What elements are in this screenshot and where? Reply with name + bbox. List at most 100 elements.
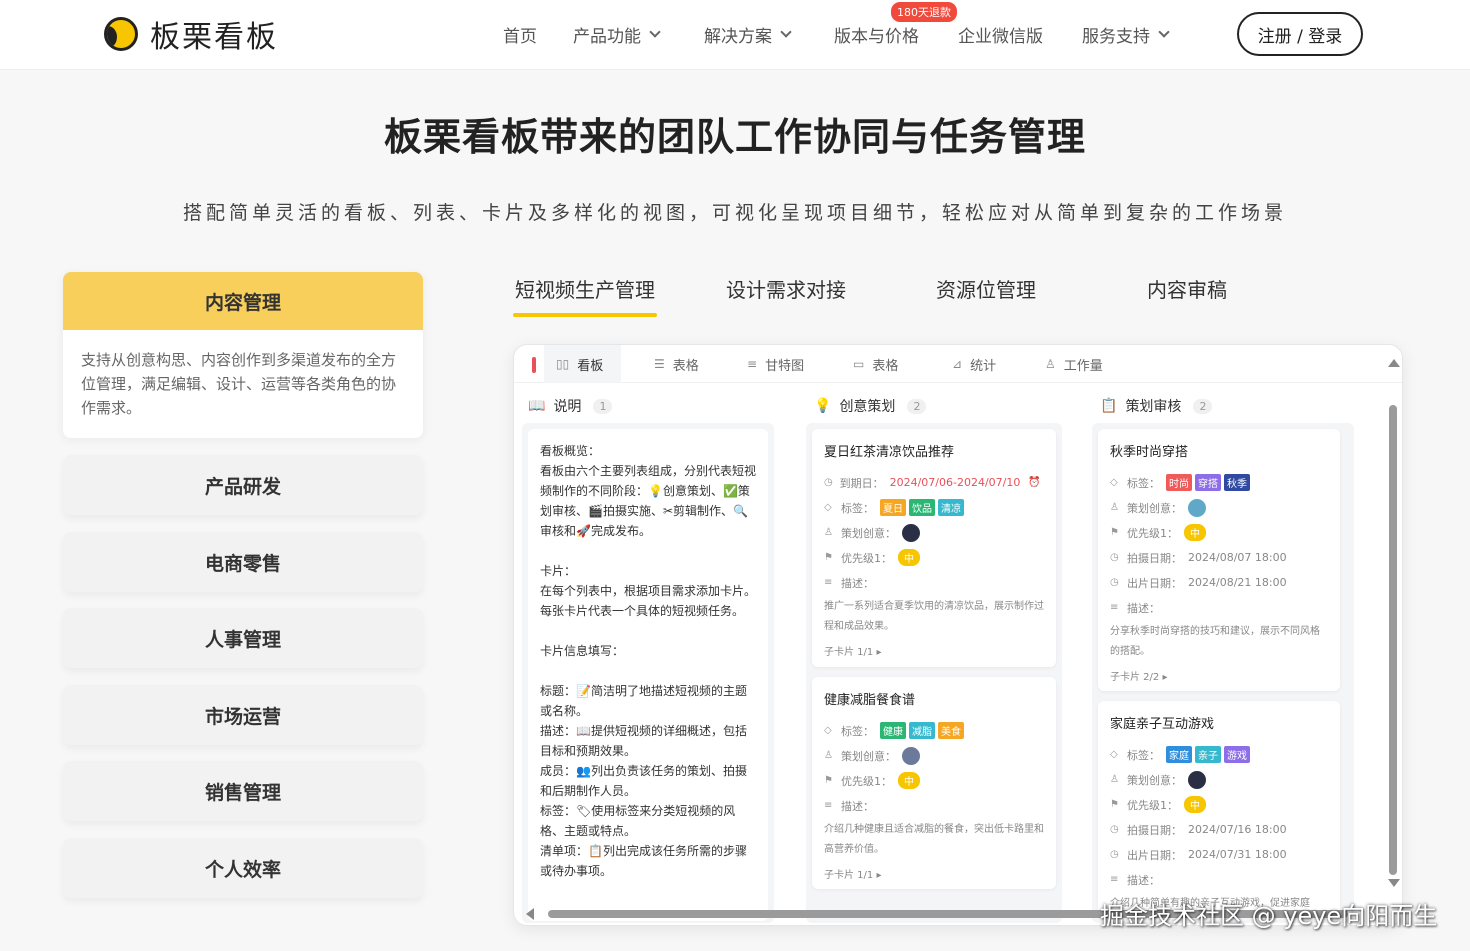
subcard-count[interactable]: 子卡片 1/1 ▸ xyxy=(824,643,1044,658)
owner-row: ♙ 策划创意： xyxy=(1110,767,1328,792)
nav-product-features[interactable]: 产品功能 xyxy=(573,22,661,47)
view-tab-gantt[interactable]: ≡ 甘特图 xyxy=(747,345,804,383)
tag-icon: ◇ xyxy=(1110,477,1118,488)
desc-row: ≡ 描述： xyxy=(1110,601,1160,615)
user-icon: ♙ xyxy=(1110,502,1119,513)
book-icon: 📖 xyxy=(528,398,546,414)
card-board-instructions[interactable]: 看板概览： 看板由六个主要列表组成，分别代表短视频制作的不同阶段：💡创意策划、✅策… xyxy=(528,429,768,921)
hero-title: 板栗看板带来的团队工作协同与任务管理 xyxy=(0,106,1470,161)
owner-row: ♙ 策划创意： xyxy=(824,520,1044,545)
user-icon: ♙ xyxy=(824,750,833,761)
column-header-ideation[interactable]: 💡 创意策划 2 xyxy=(814,395,927,417)
kanban-app-window: ▯▯ 看板 ☰ 表格 ≡ 甘特图 ▭ 表格 ⊿ 统计 ♙ 工作量 📖 说明 1 💡 创意策划 2 📋… xyxy=(513,344,1403,926)
text-icon: ≡ xyxy=(824,800,833,811)
clipboard-icon: 📋 xyxy=(1100,398,1118,414)
board-color-marker xyxy=(532,357,536,373)
scroll-down-arrow-icon[interactable] xyxy=(1388,879,1400,887)
side-menu-item-sales[interactable]: 销售管理 xyxy=(63,761,423,821)
side-menu-active-desc: 支持从创意构思、内容创作到多渠道发布的全方位管理，满足编辑、设计、运营等各类角色… xyxy=(81,351,397,417)
avatar[interactable] xyxy=(902,746,920,765)
tag-icon: ◇ xyxy=(824,725,832,736)
vertical-scrollbar[interactable] xyxy=(1387,385,1399,915)
view-tab-board[interactable]: ▯▯ 看板 xyxy=(544,345,622,383)
nav-pricing[interactable]: 版本与价格 xyxy=(834,22,919,47)
gantt-icon: ≡ xyxy=(747,357,758,371)
side-menu-item-ecommerce[interactable]: 电商零售 xyxy=(63,532,423,592)
text-icon: ≡ xyxy=(1110,874,1119,885)
clock-icon: ◷ xyxy=(1110,824,1119,835)
release-date-row: ◷ 出片日期： 2024/07/31 18:00 xyxy=(1110,848,1287,862)
priority-row: ⚑ 优先级1：中 xyxy=(824,768,1044,793)
tags-row: ◇ 标签： 夏日 饮品 清凉 xyxy=(824,495,1044,520)
user-icon: ♙ xyxy=(1110,774,1119,785)
chevron-down-icon xyxy=(780,26,792,38)
text-icon: ≡ xyxy=(1110,602,1119,613)
login-button[interactable]: 注册 / 登录 xyxy=(1237,12,1363,56)
chart-icon: ⊿ xyxy=(952,357,963,371)
tag-cool: 清凉 xyxy=(938,499,964,516)
tag-fatloss: 减脂 xyxy=(909,722,935,739)
tag-family: 家庭 xyxy=(1166,746,1192,763)
tag-summer: 夏日 xyxy=(880,499,906,516)
vertical-scroll-thumb[interactable] xyxy=(1389,405,1397,875)
due-date-row: ◷ 到期日： 2024/07/06-2024/07/10 ⏰ xyxy=(824,476,1041,490)
flag-icon: ⚑ xyxy=(824,552,833,563)
avatar[interactable] xyxy=(902,523,920,542)
shoot-date-row: ◷ 拍摄日期： 2024/07/16 18:00 xyxy=(1110,823,1287,837)
view-tab-stats[interactable]: ⊿ 统计 xyxy=(952,345,996,383)
tags-row: ◇ 标签： 家庭 亲子 游戏 xyxy=(1110,742,1328,767)
tag-autumn: 秋季 xyxy=(1224,474,1250,491)
view-tab-workload[interactable]: ♙ 工作量 xyxy=(1045,345,1103,383)
desc-row: ≡ 描述： xyxy=(824,799,874,813)
card-autumn-fashion[interactable]: 秋季 时尚穿搭 ◇ 标签： 时尚 穿搭 秋季 ♙ 策划创意： ⚑ 优先级1：中 ◷ 拍摄日… xyxy=(1098,429,1340,691)
logo[interactable]: 板栗看板 xyxy=(104,14,278,55)
tab-design-request[interactable]: 设计需求对接 xyxy=(726,274,846,303)
chevron-down-icon xyxy=(649,26,661,38)
card-healthy-meal[interactable]: 健康减脂餐食谱 ◇ 标签： 健康 减脂 美食 ♙ 策划创意： ⚑ 优先级1：中 ≡ 描述… xyxy=(812,677,1056,889)
tags-row: ◇ 标签： 健康 减脂 美食 xyxy=(824,718,1044,743)
view-tab-table-2[interactable]: ▭ 表格 xyxy=(853,345,898,383)
tab-resource-slot[interactable]: 资源位管理 xyxy=(936,274,1036,303)
side-menu-active[interactable]: 内容管理 支持从创意构思、内容创作到多渠道发布的全方位管理，满足编辑、设计、运营… xyxy=(63,272,423,438)
tag-health: 健康 xyxy=(880,722,906,739)
column-header-notes[interactable]: 📖 说明 1 xyxy=(528,395,613,417)
subcard-count[interactable]: 子卡片 2/2 ▸ xyxy=(1110,668,1328,683)
flag-icon: ⚑ xyxy=(824,775,833,786)
tab-content-review[interactable]: 内容审稿 xyxy=(1147,274,1227,303)
tag-drink: 饮品 xyxy=(909,499,935,516)
side-menu-item-marketing[interactable]: 市场运营 xyxy=(63,685,423,745)
nav-support[interactable]: 服务支持 xyxy=(1082,22,1170,47)
scroll-up-arrow-icon[interactable] xyxy=(1388,359,1400,367)
side-menu-item-hr[interactable]: 人事管理 xyxy=(63,608,423,668)
view-switcher: ▯▯ 看板 ☰ 表格 ≡ 甘特图 ▭ 表格 ⊿ 统计 ♙ 工作量 xyxy=(514,345,1402,383)
desc-row: ≡ 描述： xyxy=(1110,873,1160,887)
avatar[interactable] xyxy=(1188,770,1206,789)
priority-row: ⚑ 优先级1：中 xyxy=(1110,520,1328,545)
shoot-date-row: ◷ 拍摄日期： 2024/08/07 18:00 xyxy=(1110,551,1287,565)
card-family-games[interactable]: 家庭亲子互动游戏 ◇ 标签： 家庭 亲子 游戏 ♙ 策划创意： ⚑ 优先级1：中 ◷ 拍… xyxy=(1098,701,1340,915)
priority-row: ⚑ 优先级1：中 xyxy=(1110,792,1328,817)
tag-outfit: 穿搭 xyxy=(1195,474,1221,491)
tag-icon: ◇ xyxy=(1110,749,1118,760)
avatar[interactable] xyxy=(1188,498,1206,517)
nav-wecom[interactable]: 企业微信版 xyxy=(958,22,1043,47)
calendar-icon: ▭ xyxy=(853,357,865,371)
card-summer-drinks[interactable]: 夏日红茶清凉饮品推荐 ◷ 到期日： 2024/07/06-2024/07/10 ⏰ ◇… xyxy=(812,429,1056,667)
side-menu-item-rd[interactable]: 产品研发 xyxy=(63,455,423,515)
column-header-review[interactable]: 📋 策划审核 2 xyxy=(1100,395,1213,417)
tab-short-video[interactable]: 短视频生产管理 xyxy=(513,274,657,317)
text-icon: ≡ xyxy=(824,577,833,588)
clock-icon: ◷ xyxy=(1110,552,1119,563)
refund-badge: 180天退款 xyxy=(891,2,957,22)
subcard-count[interactable]: 子卡片 1/1 ▸ xyxy=(824,866,1044,881)
side-menu-item-personal[interactable]: 个人效率 xyxy=(63,838,423,898)
nav-home[interactable]: 首页 xyxy=(503,22,537,47)
clock-icon: ◷ xyxy=(1110,577,1119,588)
view-tab-table[interactable]: ☰ 表格 xyxy=(654,345,699,383)
people-icon: ♙ xyxy=(1045,357,1056,371)
chevron-down-icon xyxy=(1158,26,1170,38)
owner-row: ♙ 策划创意： xyxy=(824,743,1044,768)
lightbulb-icon: 💡 xyxy=(814,398,832,414)
nav-solutions[interactable]: 解决方案 xyxy=(704,22,792,47)
watermark: 掘金技术社区 @ yeye向阳而生 xyxy=(1100,902,1438,930)
